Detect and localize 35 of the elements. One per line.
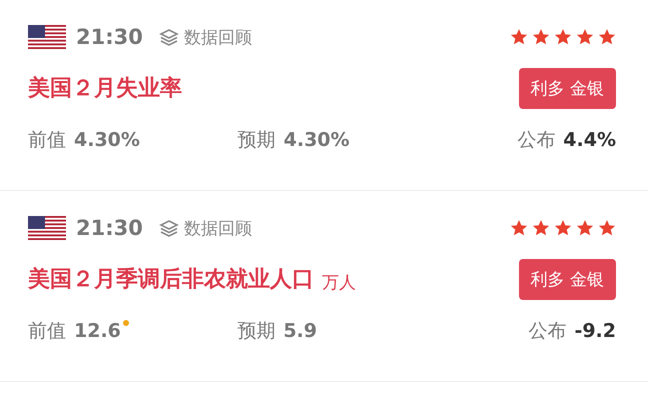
forecast-value: 4.30%	[284, 129, 350, 151]
forecast-label: 预期	[237, 319, 276, 344]
layers-icon	[158, 219, 179, 237]
star-icon	[554, 28, 572, 46]
forecast-value: 5.9	[283, 320, 317, 342]
previous-label: 前值	[28, 128, 66, 153]
impact-badge[interactable]: 利多 金银	[518, 258, 616, 300]
star-icon	[510, 219, 528, 237]
star-icon	[576, 28, 594, 46]
previous-value: 4.30%	[74, 129, 140, 151]
star-icon	[598, 219, 616, 237]
data-review-link[interactable]: 数据回顾	[184, 26, 252, 48]
actual-value: -9.2	[574, 320, 616, 342]
star-icon	[576, 219, 594, 237]
actual-value: 4.4%	[563, 129, 616, 151]
star-icon	[532, 219, 550, 237]
flag-icon	[28, 216, 66, 240]
event-title: 美国２月失业率	[28, 74, 182, 103]
previous-label: 前值	[28, 319, 66, 344]
actual-label: 公布	[517, 128, 556, 153]
layers-icon	[158, 28, 179, 46]
event-time: 21:30	[76, 216, 143, 240]
actual-label: 公布	[528, 319, 566, 344]
star-icon	[598, 28, 616, 46]
event-time: 21:30	[76, 25, 143, 49]
event-title: 美国２月季调后非农就业人口	[28, 266, 314, 294]
flag-icon	[28, 25, 66, 49]
star-icon	[532, 28, 550, 46]
previous-value: 12.6	[74, 320, 121, 342]
data-review-link[interactable]: 数据回顾	[184, 216, 252, 240]
star-icon	[510, 28, 528, 46]
star-icon	[554, 219, 572, 237]
forecast-label: 预期	[238, 128, 276, 153]
impact-badge[interactable]: 利多 金银	[518, 68, 616, 108]
unit-label: 万人	[322, 272, 356, 294]
